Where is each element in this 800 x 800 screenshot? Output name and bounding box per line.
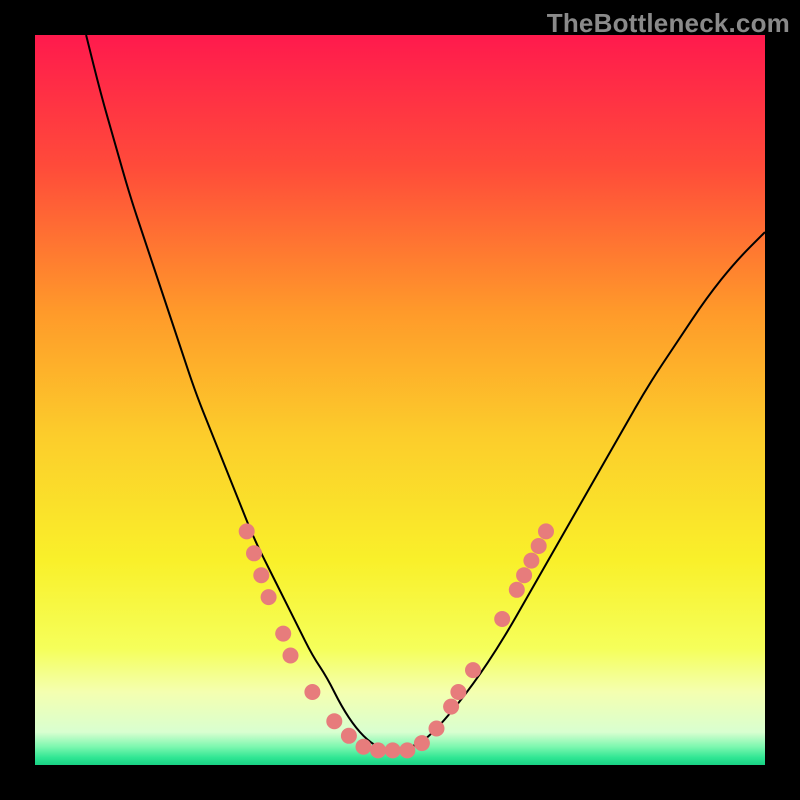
data-dot bbox=[246, 545, 262, 561]
data-dot bbox=[523, 553, 539, 569]
data-dot bbox=[538, 523, 554, 539]
data-dot bbox=[370, 742, 386, 758]
data-dot bbox=[385, 742, 401, 758]
data-dot bbox=[341, 728, 357, 744]
data-dot bbox=[275, 626, 291, 642]
data-dot bbox=[509, 582, 525, 598]
data-dot bbox=[399, 742, 415, 758]
gradient-background bbox=[35, 35, 765, 765]
data-dot bbox=[261, 589, 277, 605]
data-dot bbox=[356, 739, 372, 755]
data-dot bbox=[239, 523, 255, 539]
data-dot bbox=[304, 684, 320, 700]
chart-frame: TheBottleneck.com bbox=[0, 0, 800, 800]
data-dot bbox=[531, 538, 547, 554]
data-dot bbox=[429, 721, 445, 737]
data-dot bbox=[516, 567, 532, 583]
data-dot bbox=[443, 699, 459, 715]
data-dot bbox=[494, 611, 510, 627]
data-dot bbox=[414, 735, 430, 751]
data-dot bbox=[465, 662, 481, 678]
chart-svg bbox=[35, 35, 765, 765]
plot-area bbox=[35, 35, 765, 765]
data-dot bbox=[450, 684, 466, 700]
data-dot bbox=[326, 713, 342, 729]
data-dot bbox=[283, 648, 299, 664]
data-dot bbox=[253, 567, 269, 583]
